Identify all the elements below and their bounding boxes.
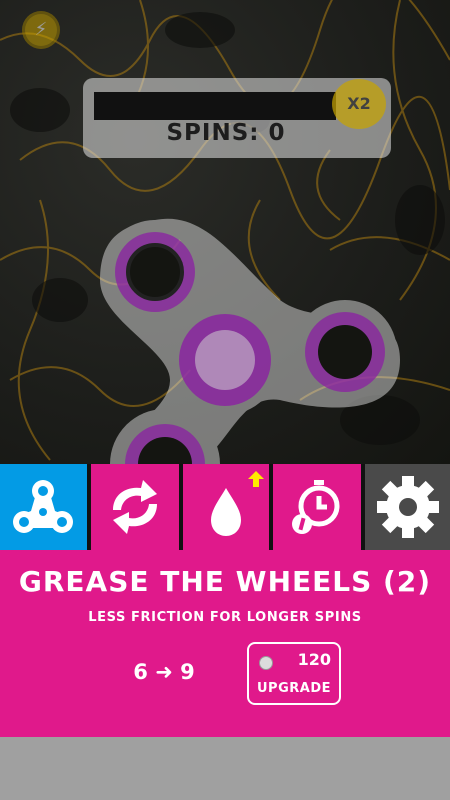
upgrade-info-panel: GREASE THE WHEELS (2) LESS FRICTION FOR … xyxy=(0,550,450,737)
upgrade-arrow-icon xyxy=(248,471,264,487)
upgrade-cost: 120 xyxy=(297,650,331,669)
spinner-bearing-center xyxy=(179,314,271,406)
upgrade-title: GREASE THE WHEELS (2) xyxy=(18,565,432,598)
ad-banner-area xyxy=(0,737,450,800)
tab-settings[interactable] xyxy=(365,464,450,550)
coin-boost-button[interactable]: ⚡ xyxy=(22,11,60,49)
game-area[interactable]: ⚡ X2 SPINS: 0 xyxy=(0,0,450,464)
timer-icon xyxy=(292,480,340,534)
upgrade-stat-change: 6 ➜ 9 xyxy=(133,660,195,684)
tab-time[interactable] xyxy=(273,464,361,550)
spinner-bearing-right xyxy=(305,312,385,392)
fidget-spinner[interactable] xyxy=(0,0,450,464)
upgrade-description: LESS FRICTION FOR LONGER SPINS xyxy=(88,610,362,625)
spinner-bearing-top xyxy=(115,232,195,312)
tab-spinners[interactable] xyxy=(0,464,87,550)
coin-icon xyxy=(259,656,273,670)
fidget-spinner-icon xyxy=(13,480,73,533)
tab-grease[interactable] xyxy=(183,464,269,550)
gear-icon xyxy=(377,476,439,538)
upgrade-button-label: UPGRADE xyxy=(257,681,331,696)
upgrade-button[interactable]: 120 UPGRADE xyxy=(247,642,341,705)
upgrade-tab-bar xyxy=(0,464,450,550)
spins-counter: SPINS: 0 xyxy=(166,120,286,146)
tab-refresh[interactable] xyxy=(91,464,179,550)
spin-progress-bar xyxy=(94,92,336,120)
lightning-bolt-icon: ⚡ xyxy=(34,19,48,40)
refresh-arrows-icon xyxy=(113,480,157,534)
